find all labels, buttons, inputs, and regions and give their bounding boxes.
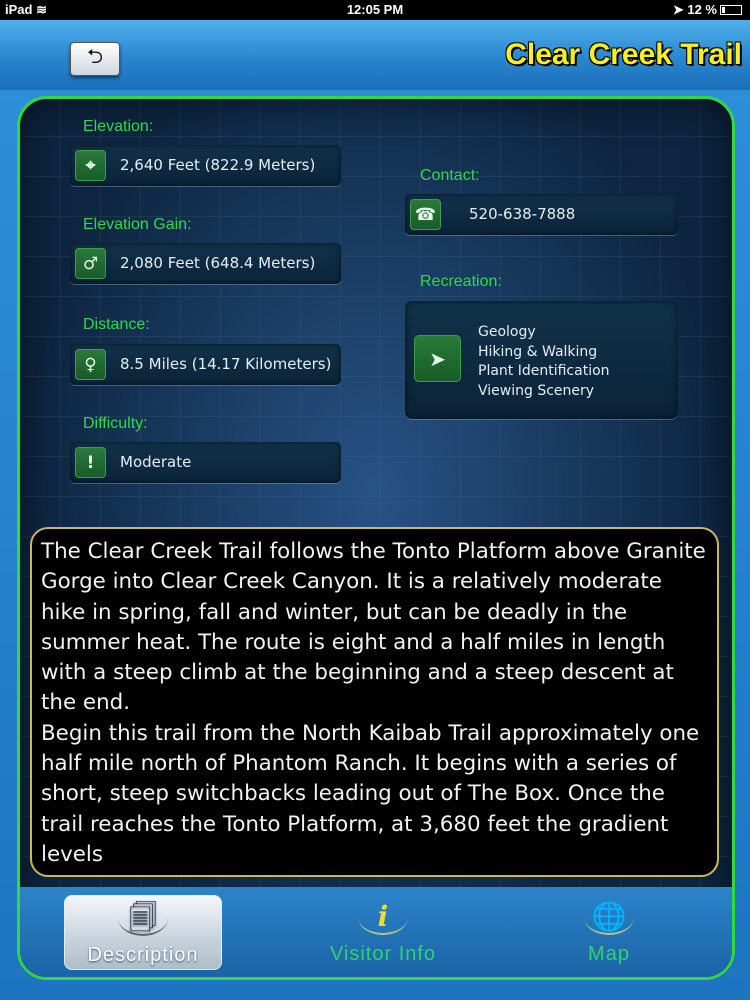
elevation-label: Elevation:	[83, 118, 154, 135]
difficulty-field: ! Moderate	[70, 442, 341, 483]
back-arrow-icon: ⮌	[86, 44, 104, 68]
list-item: Plant Identification	[478, 363, 610, 379]
elevation-field: ⌖ 2,640 Feet (822.9 Meters)	[70, 145, 341, 186]
status-battery: ➤ 12 %	[673, 2, 742, 18]
crosshair-icon: ⌖	[75, 150, 106, 181]
recreation-field: ➤ Geology Hiking & Walking Plant Identif…	[405, 301, 678, 419]
difficulty-label: Difficulty:	[83, 415, 148, 432]
list-item: Viewing Scenery	[478, 382, 595, 399]
distance-label: Distance:	[83, 316, 150, 333]
distance-value: 8.5 Miles (14.17 Kilometers)	[120, 355, 332, 373]
cursor-arrow-icon: ➤	[414, 335, 461, 382]
description-paragraph: Begin this trail from the North Kaibab T…	[41, 720, 700, 867]
female-symbol-icon: ♀	[75, 349, 106, 380]
male-symbol-icon: ♂	[75, 248, 106, 279]
contact-label: Contact:	[420, 167, 480, 184]
top-bar: ⮌ Clear Creek Trail	[0, 20, 750, 90]
contact-value: 520-638-7888	[469, 205, 576, 223]
distance-field: ♀ 8.5 Miles (14.17 Kilometers)	[70, 344, 341, 385]
recreation-label: Recreation:	[420, 273, 502, 290]
tab-description[interactable]: 🗐 Description	[64, 895, 222, 970]
elevation-gain-label: Elevation Gain:	[83, 216, 192, 233]
elevation-gain-value: 2,080 Feet (648.4 Meters)	[120, 254, 316, 272]
difficulty-value: Moderate	[120, 453, 192, 471]
recreation-list: Geology Hiking & Walking Plant Identific…	[478, 323, 610, 401]
list-item: Hiking & Walking	[478, 343, 598, 360]
tab-map[interactable]: 🌐 Map	[530, 895, 688, 970]
contact-field[interactable]: ☎ 520-638-7888	[405, 194, 678, 235]
globe-search-icon: 🌐	[584, 899, 634, 935]
list-item: Geology	[478, 324, 536, 340]
tab-visitor-info[interactable]: i Visitor Info	[304, 895, 462, 970]
phone-icon: ☎	[410, 199, 441, 230]
battery-icon	[720, 5, 742, 15]
elevation-value: 2,640 Feet (822.9 Meters)	[120, 156, 316, 174]
location-arrow-icon: ➤	[672, 2, 684, 17]
status-bar: iPad ≋ 12:05 PM ➤ 12 %	[0, 0, 750, 20]
exclamation-icon: !	[75, 447, 106, 478]
description-scroll-area[interactable]: The Clear Creek Trail follows the Tonto …	[30, 527, 719, 877]
description-paragraph: The Clear Creek Trail follows the Tonto …	[41, 539, 706, 716]
tab-bar: 🗐 Description i Visitor Info 🌐 Map	[20, 887, 732, 977]
back-button[interactable]: ⮌	[70, 42, 120, 76]
page-title: Clear Creek Trail	[505, 38, 742, 71]
document-icon: 🗐	[118, 900, 168, 936]
elevation-gain-field: ♂ 2,080 Feet (648.4 Meters)	[70, 243, 341, 284]
info-icon: i	[358, 899, 408, 935]
status-time: 12:05 PM	[346, 2, 404, 17]
